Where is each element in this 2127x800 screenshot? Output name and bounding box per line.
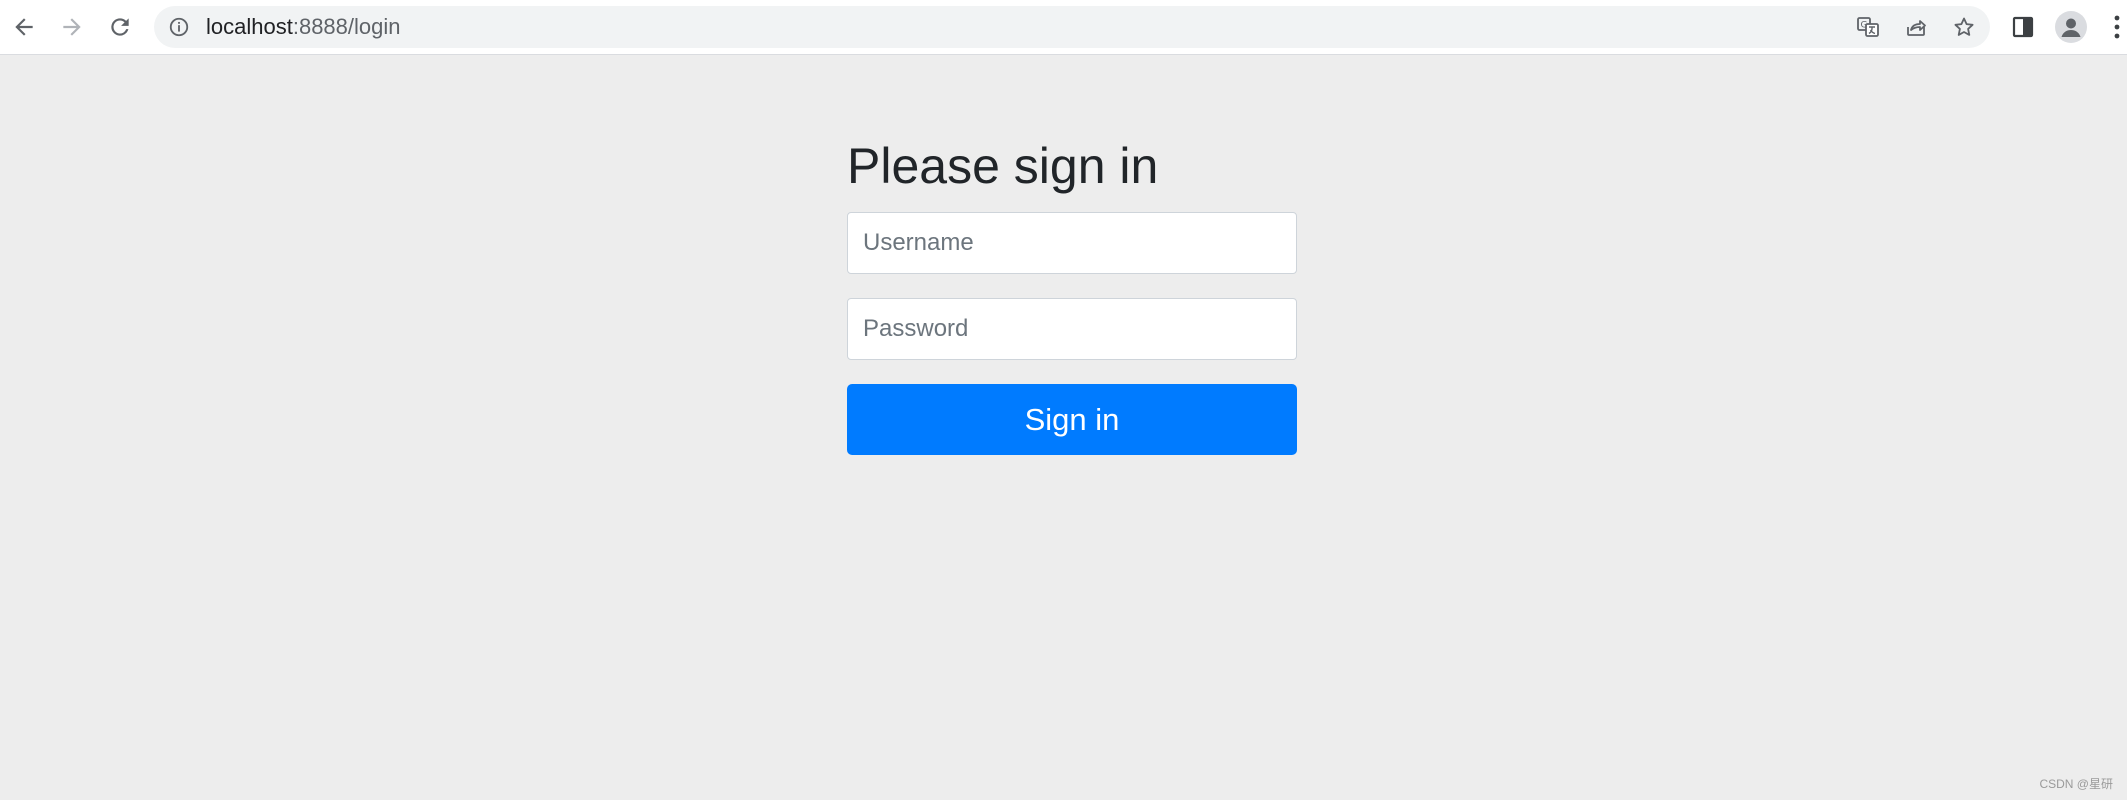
signin-form: Please sign in Sign in xyxy=(847,134,1297,455)
back-arrow-icon[interactable] xyxy=(6,9,42,45)
reload-icon[interactable] xyxy=(102,9,138,45)
star-icon[interactable] xyxy=(1950,13,1978,41)
url-path: :8888/login xyxy=(292,14,401,39)
forward-arrow-icon[interactable] xyxy=(54,9,90,45)
kebab-menu-icon[interactable] xyxy=(2111,14,2123,40)
share-icon[interactable] xyxy=(1902,13,1930,41)
side-panel-icon[interactable] xyxy=(2008,12,2038,42)
username-input[interactable] xyxy=(847,212,1297,274)
translate-icon[interactable]: G xyxy=(1854,13,1882,41)
browser-toolbar: localhost:8888/login G xyxy=(0,0,2127,55)
sign-in-button[interactable]: Sign in xyxy=(847,384,1297,455)
page-title: Please sign in xyxy=(847,138,1159,194)
url-host: localhost xyxy=(206,14,293,39)
password-input[interactable] xyxy=(847,298,1297,360)
address-bar[interactable]: localhost:8888/login G xyxy=(154,6,1990,48)
watermark: CSDN @星研 xyxy=(2039,777,2113,791)
profile-icon[interactable] xyxy=(2055,11,2087,43)
url-text[interactable]: localhost:8888/login xyxy=(206,6,401,48)
info-icon[interactable] xyxy=(168,16,190,38)
